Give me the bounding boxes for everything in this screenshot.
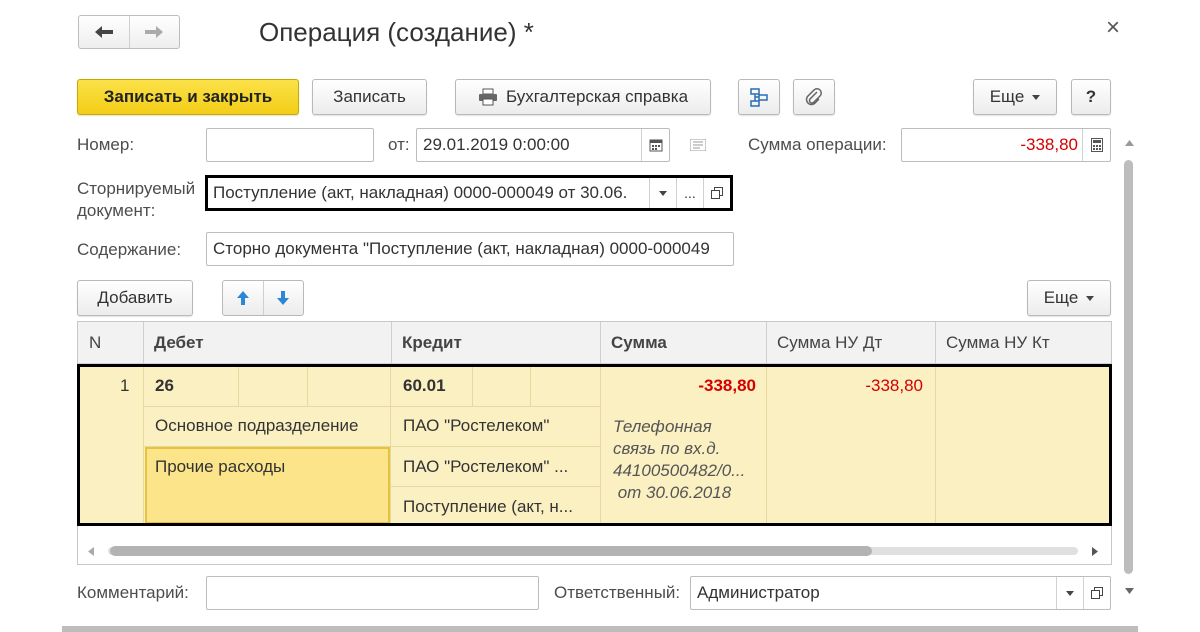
- chevron-down-icon: [659, 190, 667, 196]
- table-more-button[interactable]: Еще: [1027, 280, 1111, 316]
- calendar-button[interactable]: [641, 129, 669, 161]
- accounting-report-label: Бухгалтерская справка: [505, 87, 689, 106]
- more-button[interactable]: Еще: [973, 79, 1057, 115]
- calendar-icon: [649, 139, 662, 152]
- window-title: Операция (создание) *: [259, 17, 534, 47]
- storno-document-field[interactable]: Поступление (акт, накладная) 0000-000049…: [205, 175, 733, 211]
- open-window-icon: [711, 187, 723, 199]
- responsible-value: Администратор: [697, 583, 820, 602]
- structure-button[interactable]: [738, 79, 780, 115]
- chevron-down-icon: [1066, 590, 1074, 596]
- row-highlight-frame: [77, 364, 1112, 526]
- open-window-icon: [1091, 587, 1103, 599]
- horizontal-scrollbar[interactable]: [78, 540, 1111, 562]
- calculator-button[interactable]: [1082, 129, 1110, 161]
- responsible-field[interactable]: Администратор: [690, 576, 1111, 610]
- number-field[interactable]: [206, 128, 374, 162]
- nav-group: [78, 15, 180, 49]
- calculator-icon: [1090, 138, 1103, 152]
- scroll-down-icon: [1125, 588, 1134, 594]
- storno-open-button[interactable]: [703, 178, 730, 208]
- sum-field[interactable]: -338,80: [901, 128, 1111, 162]
- date-field[interactable]: 29.01.2019 0:00:00: [416, 128, 670, 162]
- dropdown-arrow-icon: [1032, 94, 1041, 100]
- scroll-right-icon: [1092, 547, 1098, 556]
- arrow-right-icon: [145, 26, 164, 38]
- date-label: от:: [388, 135, 410, 154]
- content-field[interactable]: Сторно документа "Поступление (акт, накл…: [206, 232, 734, 266]
- structure-icon: [750, 88, 768, 107]
- horizontal-scroll-thumb[interactable]: [110, 546, 872, 556]
- back-button[interactable]: [79, 16, 130, 48]
- forward-button[interactable]: [130, 16, 180, 48]
- arrow-down-icon: [277, 291, 290, 305]
- column-header-credit[interactable]: Кредит: [392, 322, 600, 364]
- storno-dropdown-button[interactable]: [649, 178, 676, 208]
- text-lines-icon[interactable]: [690, 139, 706, 151]
- responsible-open-button[interactable]: [1083, 577, 1110, 609]
- date-value: 29.01.2019 0:00:00: [423, 135, 570, 154]
- move-up-button[interactable]: [223, 281, 264, 315]
- paperclip-icon: [805, 88, 822, 106]
- sum-value: -338,80: [1020, 135, 1078, 154]
- add-row-button[interactable]: Добавить: [77, 280, 193, 316]
- more-label: Еще: [989, 87, 1025, 106]
- scroll-up-icon: [1125, 140, 1134, 146]
- column-header-sum-nu-dt[interactable]: Сумма НУ Дт: [767, 322, 935, 364]
- attach-button[interactable]: [793, 79, 835, 115]
- close-icon[interactable]: ×: [1106, 14, 1120, 42]
- scrollbar-thumb[interactable]: [1124, 160, 1133, 574]
- table-more-label: Еще: [1043, 288, 1079, 307]
- column-header-sum-nu-kt[interactable]: Сумма НУ Кт: [936, 322, 1111, 364]
- responsible-dropdown-button[interactable]: [1056, 577, 1083, 609]
- scroll-left-icon: [88, 547, 94, 556]
- save-button[interactable]: Записать: [312, 79, 427, 115]
- comment-field[interactable]: [206, 576, 539, 610]
- column-header-sum[interactable]: Сумма: [601, 322, 766, 364]
- responsible-label: Ответственный:: [554, 583, 681, 602]
- printer-icon: [478, 88, 497, 106]
- accounting-report-button[interactable]: Бухгалтерская справка: [455, 79, 711, 115]
- column-header-debit[interactable]: Дебет: [144, 322, 390, 364]
- storno-select-button[interactable]: ...: [676, 178, 703, 208]
- number-label: Номер:: [77, 135, 135, 154]
- storno-label-line2: документ:: [77, 201, 156, 220]
- arrow-left-icon: [94, 26, 113, 38]
- storno-document-label: Сторнируемый документ:: [77, 178, 195, 222]
- sum-label: Сумма операции:: [748, 135, 887, 154]
- comment-label: Комментарий:: [77, 583, 189, 602]
- content-label: Содержание:: [77, 240, 182, 259]
- move-down-button[interactable]: [264, 281, 304, 315]
- storno-label-line1: Сторнируемый: [77, 179, 196, 198]
- storno-document-value: Поступление (акт, накладная) 0000-000049…: [213, 183, 628, 202]
- save-and-close-button[interactable]: Записать и закрыть: [77, 79, 299, 115]
- bottom-edge: [62, 626, 1138, 632]
- vertical-scrollbar[interactable]: [1121, 130, 1137, 602]
- help-button[interactable]: ?: [1071, 79, 1111, 115]
- arrow-up-icon: [236, 291, 249, 305]
- column-header-n[interactable]: N: [79, 322, 143, 364]
- move-buttons-group: [222, 280, 304, 316]
- dropdown-arrow-icon: [1086, 295, 1095, 301]
